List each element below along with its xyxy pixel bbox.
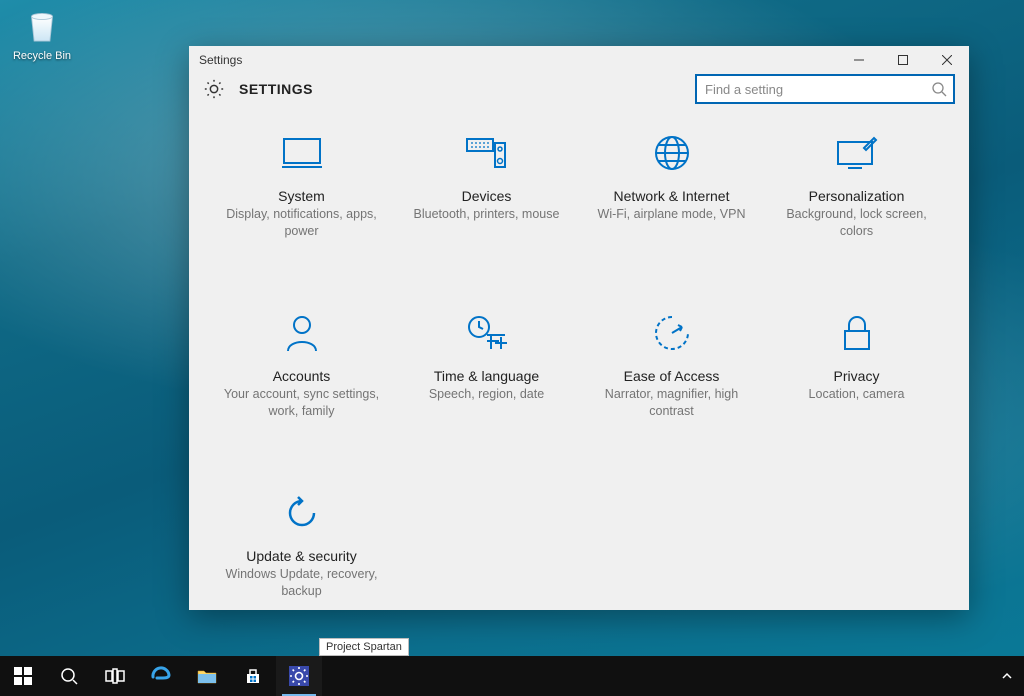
tile-subtitle: Your account, sync settings, work, famil… xyxy=(222,386,382,420)
tile-title: Time & language xyxy=(434,368,539,384)
lock-icon xyxy=(839,313,875,353)
tile-title: Ease of Access xyxy=(624,368,720,384)
time-language-icon xyxy=(465,313,509,353)
taskbar-file-explorer[interactable] xyxy=(184,656,230,696)
settings-heading: SETTINGS xyxy=(239,81,313,97)
ease-of-access-icon xyxy=(652,313,692,353)
maximize-icon xyxy=(898,55,908,65)
tile-title: System xyxy=(278,188,325,204)
tile-subtitle: Narrator, magnifier, high contrast xyxy=(592,386,752,420)
tile-subtitle: Location, camera xyxy=(809,386,905,403)
search-icon xyxy=(931,81,947,97)
recycle-bin-icon xyxy=(21,6,63,48)
chevron-up-icon xyxy=(1001,670,1013,682)
search-input[interactable] xyxy=(705,82,931,97)
taskbar-store[interactable] xyxy=(230,656,276,696)
tile-subtitle: Windows Update, recovery, backup xyxy=(222,566,382,600)
tile-subtitle: Background, lock screen, colors xyxy=(777,206,937,240)
tile-subtitle: Display, notifications, apps, power xyxy=(222,206,382,240)
settings-header: SETTINGS xyxy=(189,74,969,104)
devices-icon xyxy=(465,135,509,171)
globe-icon xyxy=(652,133,692,173)
close-button[interactable] xyxy=(925,46,969,74)
windows-logo-icon xyxy=(14,667,32,685)
desktop-wallpaper: Recycle Bin Settings SETTINGS xyxy=(0,0,1024,696)
taskbar-search[interactable] xyxy=(46,656,92,696)
system-icon xyxy=(280,135,324,171)
minimize-button[interactable] xyxy=(837,46,881,74)
edge-icon xyxy=(150,665,172,687)
tile-privacy[interactable]: Privacy Location, camera xyxy=(764,302,949,472)
tile-subtitle: Speech, region, date xyxy=(429,386,544,403)
recycle-bin-shortcut[interactable]: Recycle Bin xyxy=(6,6,78,62)
search-box[interactable] xyxy=(695,74,955,104)
person-icon xyxy=(282,313,322,353)
tile-personalization[interactable]: Personalization Background, lock screen,… xyxy=(764,122,949,292)
show-hidden-icons[interactable] xyxy=(990,670,1024,682)
task-view-button[interactable] xyxy=(92,656,138,696)
tile-ease-of-access[interactable]: Ease of Access Narrator, magnifier, high… xyxy=(579,302,764,472)
settings-grid: System Display, notifications, apps, pow… xyxy=(189,104,969,662)
window-title: Settings xyxy=(199,53,242,67)
task-view-icon xyxy=(105,668,125,684)
taskbar-settings[interactable] xyxy=(276,656,322,696)
tile-accounts[interactable]: Accounts Your account, sync settings, wo… xyxy=(209,302,394,472)
taskbar-right xyxy=(990,656,1024,696)
tile-title: Privacy xyxy=(834,368,880,384)
start-button[interactable] xyxy=(0,656,46,696)
window-titlebar[interactable]: Settings xyxy=(189,46,969,74)
folder-icon xyxy=(197,668,217,684)
store-icon xyxy=(243,667,263,685)
update-icon xyxy=(282,493,322,533)
tile-title: Accounts xyxy=(273,368,331,384)
personalization-icon xyxy=(834,134,880,172)
taskbar xyxy=(0,656,1024,696)
tile-title: Devices xyxy=(462,188,512,204)
maximize-button[interactable] xyxy=(881,46,925,74)
tile-devices[interactable]: Devices Bluetooth, printers, mouse xyxy=(394,122,579,292)
tile-subtitle: Bluetooth, printers, mouse xyxy=(414,206,560,223)
search-icon xyxy=(60,667,78,685)
minimize-icon xyxy=(854,55,864,65)
settings-window: Settings SETTINGS xyxy=(189,46,969,610)
tile-update-security[interactable]: Update & security Windows Update, recove… xyxy=(209,482,394,652)
tile-time-language[interactable]: Time & language Speech, region, date xyxy=(394,302,579,472)
recycle-bin-label: Recycle Bin xyxy=(6,50,78,62)
gear-icon xyxy=(203,78,225,100)
tile-system[interactable]: System Display, notifications, apps, pow… xyxy=(209,122,394,292)
settings-taskbar-icon xyxy=(287,664,311,688)
taskbar-edge[interactable] xyxy=(138,656,184,696)
tile-title: Update & security xyxy=(246,548,357,564)
taskbar-tooltip: Project Spartan xyxy=(319,638,409,656)
close-icon xyxy=(942,55,952,65)
tile-title: Network & Internet xyxy=(614,188,730,204)
tile-title: Personalization xyxy=(809,188,905,204)
tile-subtitle: Wi-Fi, airplane mode, VPN xyxy=(598,206,746,223)
tile-network[interactable]: Network & Internet Wi-Fi, airplane mode,… xyxy=(579,122,764,292)
